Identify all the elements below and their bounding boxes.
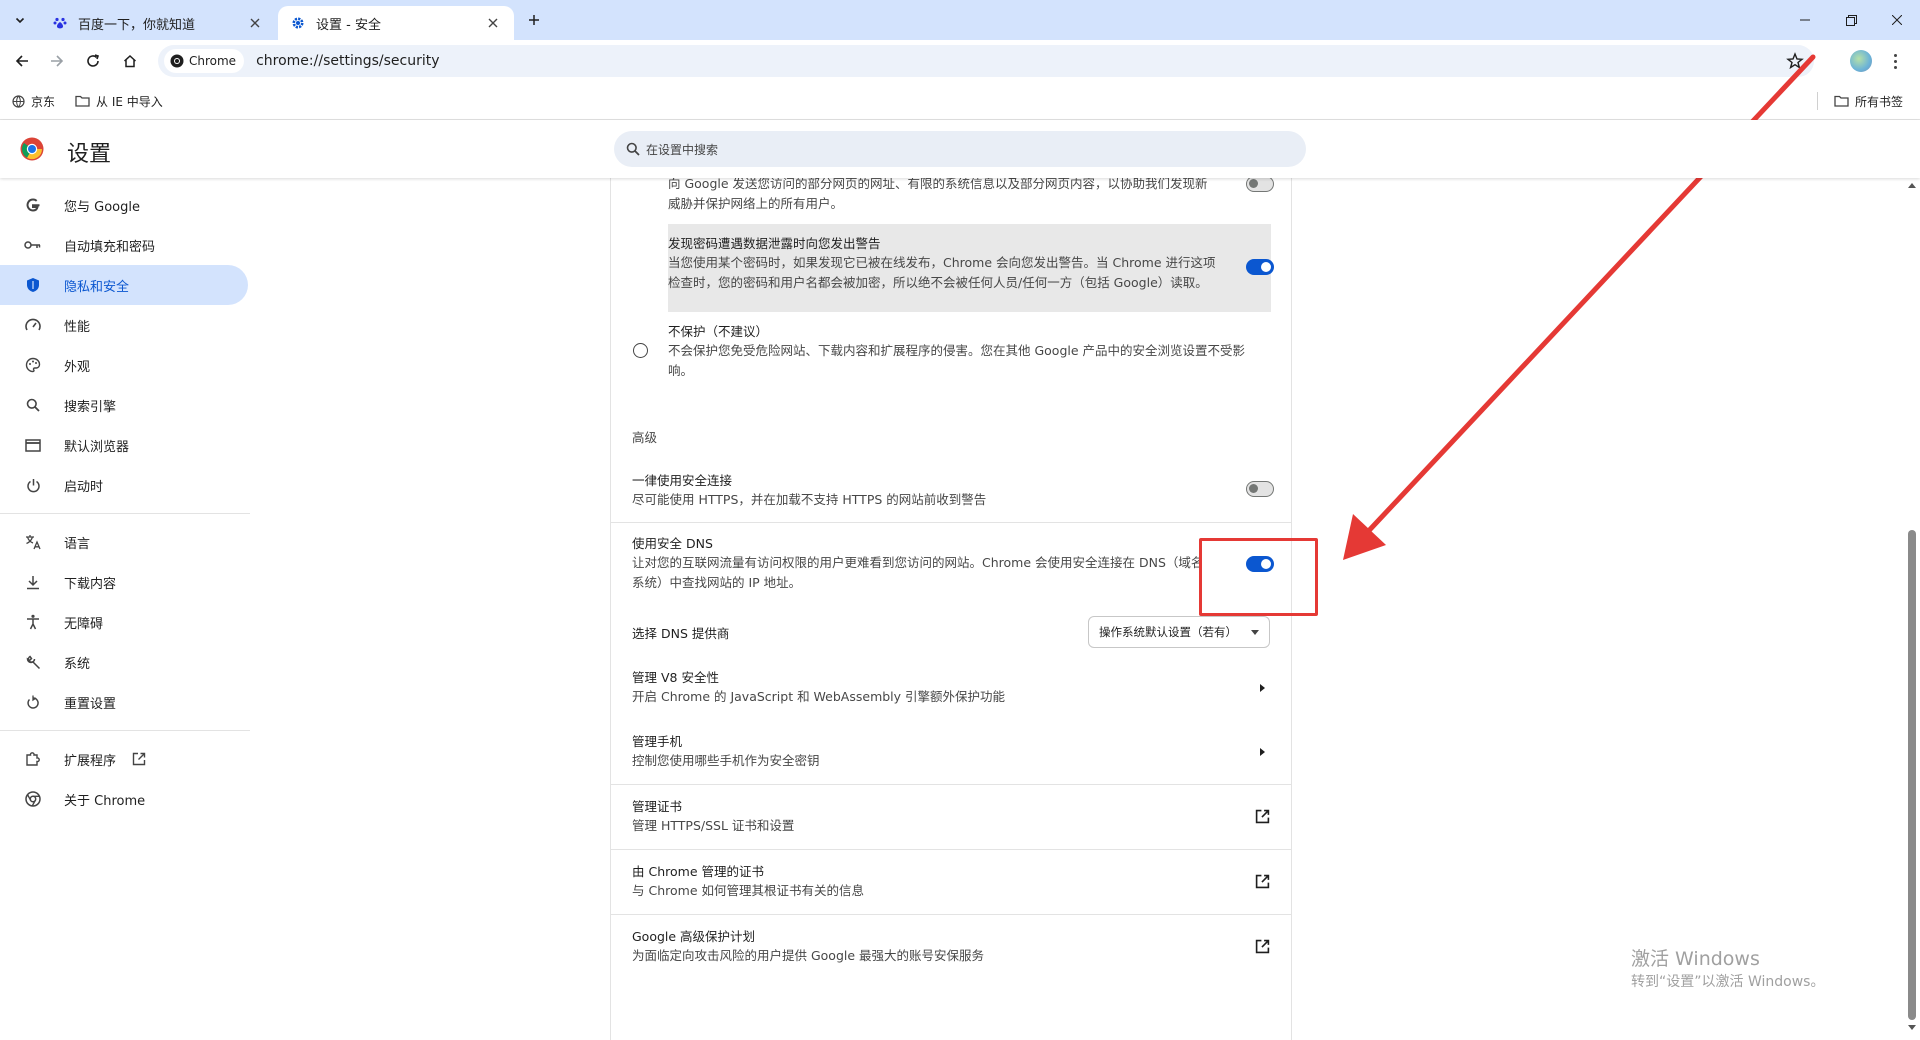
search-placeholder: 在设置中搜索 [646,142,719,157]
search-icon [626,142,640,156]
page-title: 设置 [67,142,112,167]
windows-activation-subtitle: 转到“设置”以激活 Windows。 [1631,974,1825,990]
chrome-logo-icon [20,137,44,161]
settings-header: 设置 在设置中搜索 [0,120,1920,178]
windows-activation-title: 激活 Windows [1631,948,1760,970]
settings-search-input[interactable]: 在设置中搜索 [614,131,1306,167]
